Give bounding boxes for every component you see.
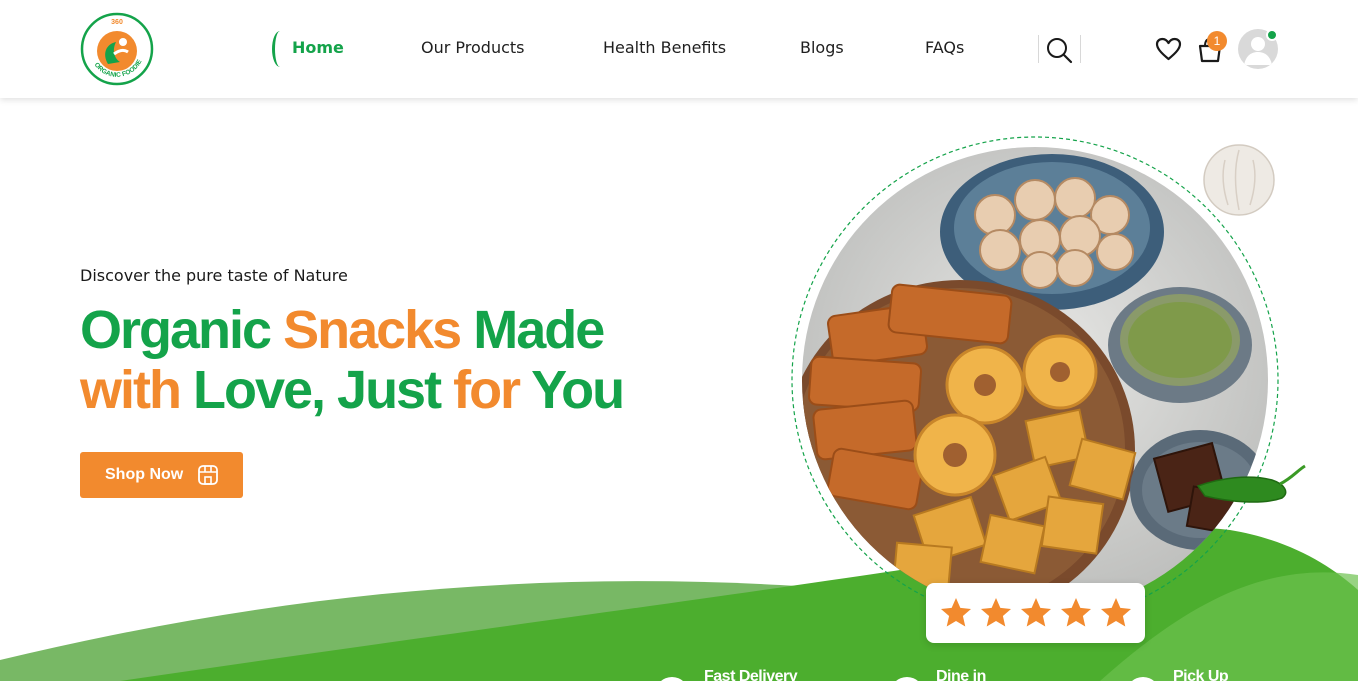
divider-right	[1080, 35, 1081, 63]
nav-home[interactable]: Home	[292, 38, 344, 57]
headline-word: Love, Just	[193, 360, 442, 420]
search-icon[interactable]	[1045, 36, 1073, 64]
nav-health-benefits[interactable]: Health Benefits	[603, 38, 726, 57]
brand-logo[interactable]: 360 ORGANIC FOODIE	[80, 12, 154, 86]
rating-card	[926, 583, 1145, 643]
active-nav-indicator	[272, 31, 288, 67]
nav-our-products[interactable]: Our Products	[421, 38, 524, 57]
headline-word: with	[80, 360, 182, 420]
page: 360 ORGANIC FOODIE Home Our Products Hea…	[0, 0, 1358, 681]
shop-now-button[interactable]: Shop Now	[80, 452, 243, 498]
headline-word: for	[453, 360, 521, 420]
headline-word: Made	[473, 300, 605, 360]
header: 360 ORGANIC FOODIE Home Our Products Hea…	[0, 0, 1358, 98]
star-icon	[1061, 598, 1091, 627]
shop-now-label: Shop Now	[105, 466, 184, 483]
feature-fast-delivery: Fast Delivery	[704, 668, 798, 681]
star-icon	[1101, 598, 1131, 627]
headline-word: Snacks	[283, 300, 462, 360]
cart-count-badge: 1	[1207, 31, 1227, 51]
star-icon	[1021, 598, 1051, 627]
svg-text:360: 360	[111, 19, 123, 26]
divider-left	[1038, 35, 1039, 63]
hero-headline: Organic Snacks Made with Love, Just for …	[80, 300, 640, 420]
online-status-dot	[1266, 29, 1278, 41]
store-icon	[198, 465, 218, 485]
nav-faqs[interactable]: FAQs	[925, 38, 964, 57]
nav-blogs[interactable]: Blogs	[800, 38, 844, 57]
garlic-graphic	[1203, 144, 1275, 216]
hero-tagline: Discover the pure taste of Nature	[80, 266, 348, 285]
feature-dine-in: Dine in	[936, 668, 986, 681]
star-icon	[981, 598, 1011, 627]
feature-pick-up: Pick Up	[1173, 668, 1229, 681]
heart-icon[interactable]	[1155, 37, 1182, 61]
headline-word: You	[531, 360, 625, 420]
star-icon	[941, 598, 971, 627]
headline-word: Organic	[80, 300, 272, 360]
